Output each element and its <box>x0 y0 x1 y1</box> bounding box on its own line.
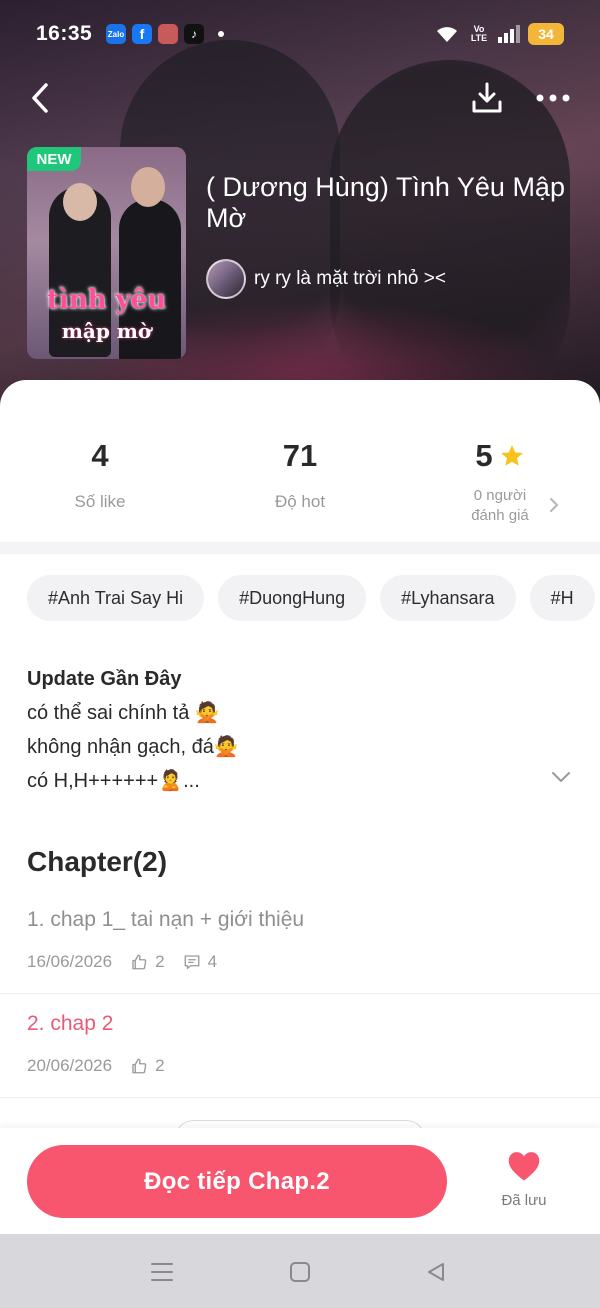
notification-dot <box>218 31 224 37</box>
heart-icon <box>508 1152 540 1181</box>
system-back-button[interactable] <box>420 1256 452 1288</box>
thumbs-up-icon <box>132 1058 147 1074</box>
status-bar: 16:35 Zalo f ♪ Vo LTE 34 <box>0 0 600 66</box>
hot-value: 71 <box>282 438 318 473</box>
rating-label-line2: đánh giá <box>471 507 529 524</box>
chevron-left-icon <box>32 83 48 113</box>
signal-icon <box>498 25 520 43</box>
author-avatar <box>206 259 246 299</box>
more-icon <box>536 94 570 102</box>
system-nav-bar <box>0 1234 600 1308</box>
status-time: 16:35 <box>36 22 93 45</box>
description-line: có H,H++++++🙎... <box>27 770 200 792</box>
new-badge: NEW <box>27 147 81 171</box>
battery-indicator: 34 <box>528 23 564 45</box>
volte-indicator: Vo LTE <box>470 24 488 43</box>
expand-description-icon[interactable] <box>550 770 572 784</box>
photo-app-icon <box>158 24 178 44</box>
download-button[interactable] <box>466 78 508 118</box>
continue-reading-button[interactable]: Đọc tiếp Chap.2 <box>27 1145 447 1218</box>
bottom-action-bar: Đọc tiếp Chap.2 Đã lưu <box>0 1128 600 1234</box>
details-sheet: 4 Số like 71 Độ hot 5 0 người đánh giá #… <box>0 380 600 1234</box>
saved-label: Đã lưu <box>501 1192 547 1209</box>
comment-icon <box>184 955 199 970</box>
zalo-icon: Zalo <box>106 24 126 44</box>
saved-button[interactable]: Đã lưu <box>480 1150 568 1220</box>
hot-label: Độ hot <box>274 492 326 511</box>
rating-stat[interactable]: 5 0 người đánh giá <box>400 438 600 526</box>
author-link[interactable]: ry ry là mặt trời nhỏ >< <box>206 259 446 299</box>
chevron-right-icon <box>550 498 558 512</box>
wifi-icon <box>437 27 457 42</box>
tag-chip[interactable]: #H <box>529 575 595 621</box>
thumbs-up-icon <box>132 954 147 970</box>
description-line: không nhận gạch, đá🙅 <box>27 736 239 758</box>
likes-label: Số like <box>74 492 126 511</box>
tiktok-icon: ♪ <box>184 24 204 44</box>
menu-icon <box>151 1263 173 1281</box>
chapter-date: 20/06/2026 <box>27 1056 113 1075</box>
recent-apps-button[interactable] <box>146 1256 178 1288</box>
more-options-button[interactable] <box>530 78 576 118</box>
cover-title-line1: tình yêu <box>46 285 167 315</box>
back-button[interactable] <box>20 78 60 118</box>
chapter-item[interactable]: 2. chap 2 20/06/2026 2 <box>0 994 600 1098</box>
likes-stat: 4 Số like <box>0 438 200 512</box>
description-line: có thể sai chính tả 🙅 <box>27 702 220 724</box>
story-description[interactable]: Update Gần Đây có thể sai chính tả 🙅 khô… <box>27 662 547 798</box>
tags-row: #Anh Trai Say Hi #DuongHung #Lyhansara #… <box>27 575 600 623</box>
story-cover[interactable]: tình yêu mập mờ NEW <box>27 147 186 359</box>
stats-row: 4 Số like 71 Độ hot 5 0 người đánh giá <box>0 380 600 540</box>
chapter-comments: 4 <box>207 952 218 971</box>
tag-chip[interactable]: #Anh Trai Say Hi <box>27 575 205 621</box>
chapter-likes: 2 <box>155 1056 165 1075</box>
story-title: ( Dương Hùng) Tình Yêu Mập Mờ <box>206 172 565 233</box>
chapter-likes: 2 <box>155 952 165 971</box>
tag-chip[interactable]: #DuongHung <box>218 575 367 621</box>
chapter-date: 16/06/2026 <box>27 952 113 971</box>
chapter-title: 1. chap 1_ tai nạn + giới thiệu <box>27 908 305 931</box>
section-divider <box>0 542 600 554</box>
facebook-icon: f <box>132 24 152 44</box>
download-icon <box>472 82 502 113</box>
triangle-back-icon <box>428 1263 444 1281</box>
description-heading: Update Gần Đây <box>27 668 182 690</box>
hot-stat: 71 Độ hot <box>200 438 400 512</box>
chapter-title: 2. chap 2 <box>27 1012 114 1035</box>
likes-value: 4 <box>91 438 109 473</box>
cover-title-line2: mập mờ <box>61 319 152 343</box>
chapter-item[interactable]: 1. chap 1_ tai nạn + giới thiệu 16/06/20… <box>0 890 600 994</box>
chapter-list-heading: Chapter(2) <box>27 846 168 877</box>
home-button[interactable] <box>284 1256 316 1288</box>
tag-chip[interactable]: #Lyhansara <box>380 575 516 621</box>
author-name: ry ry là mặt trời nhỏ >< <box>254 268 446 289</box>
star-icon <box>500 445 523 466</box>
rating-label-line1: 0 người <box>473 487 527 504</box>
square-icon <box>290 1262 310 1282</box>
rating-value: 5 <box>475 438 493 473</box>
